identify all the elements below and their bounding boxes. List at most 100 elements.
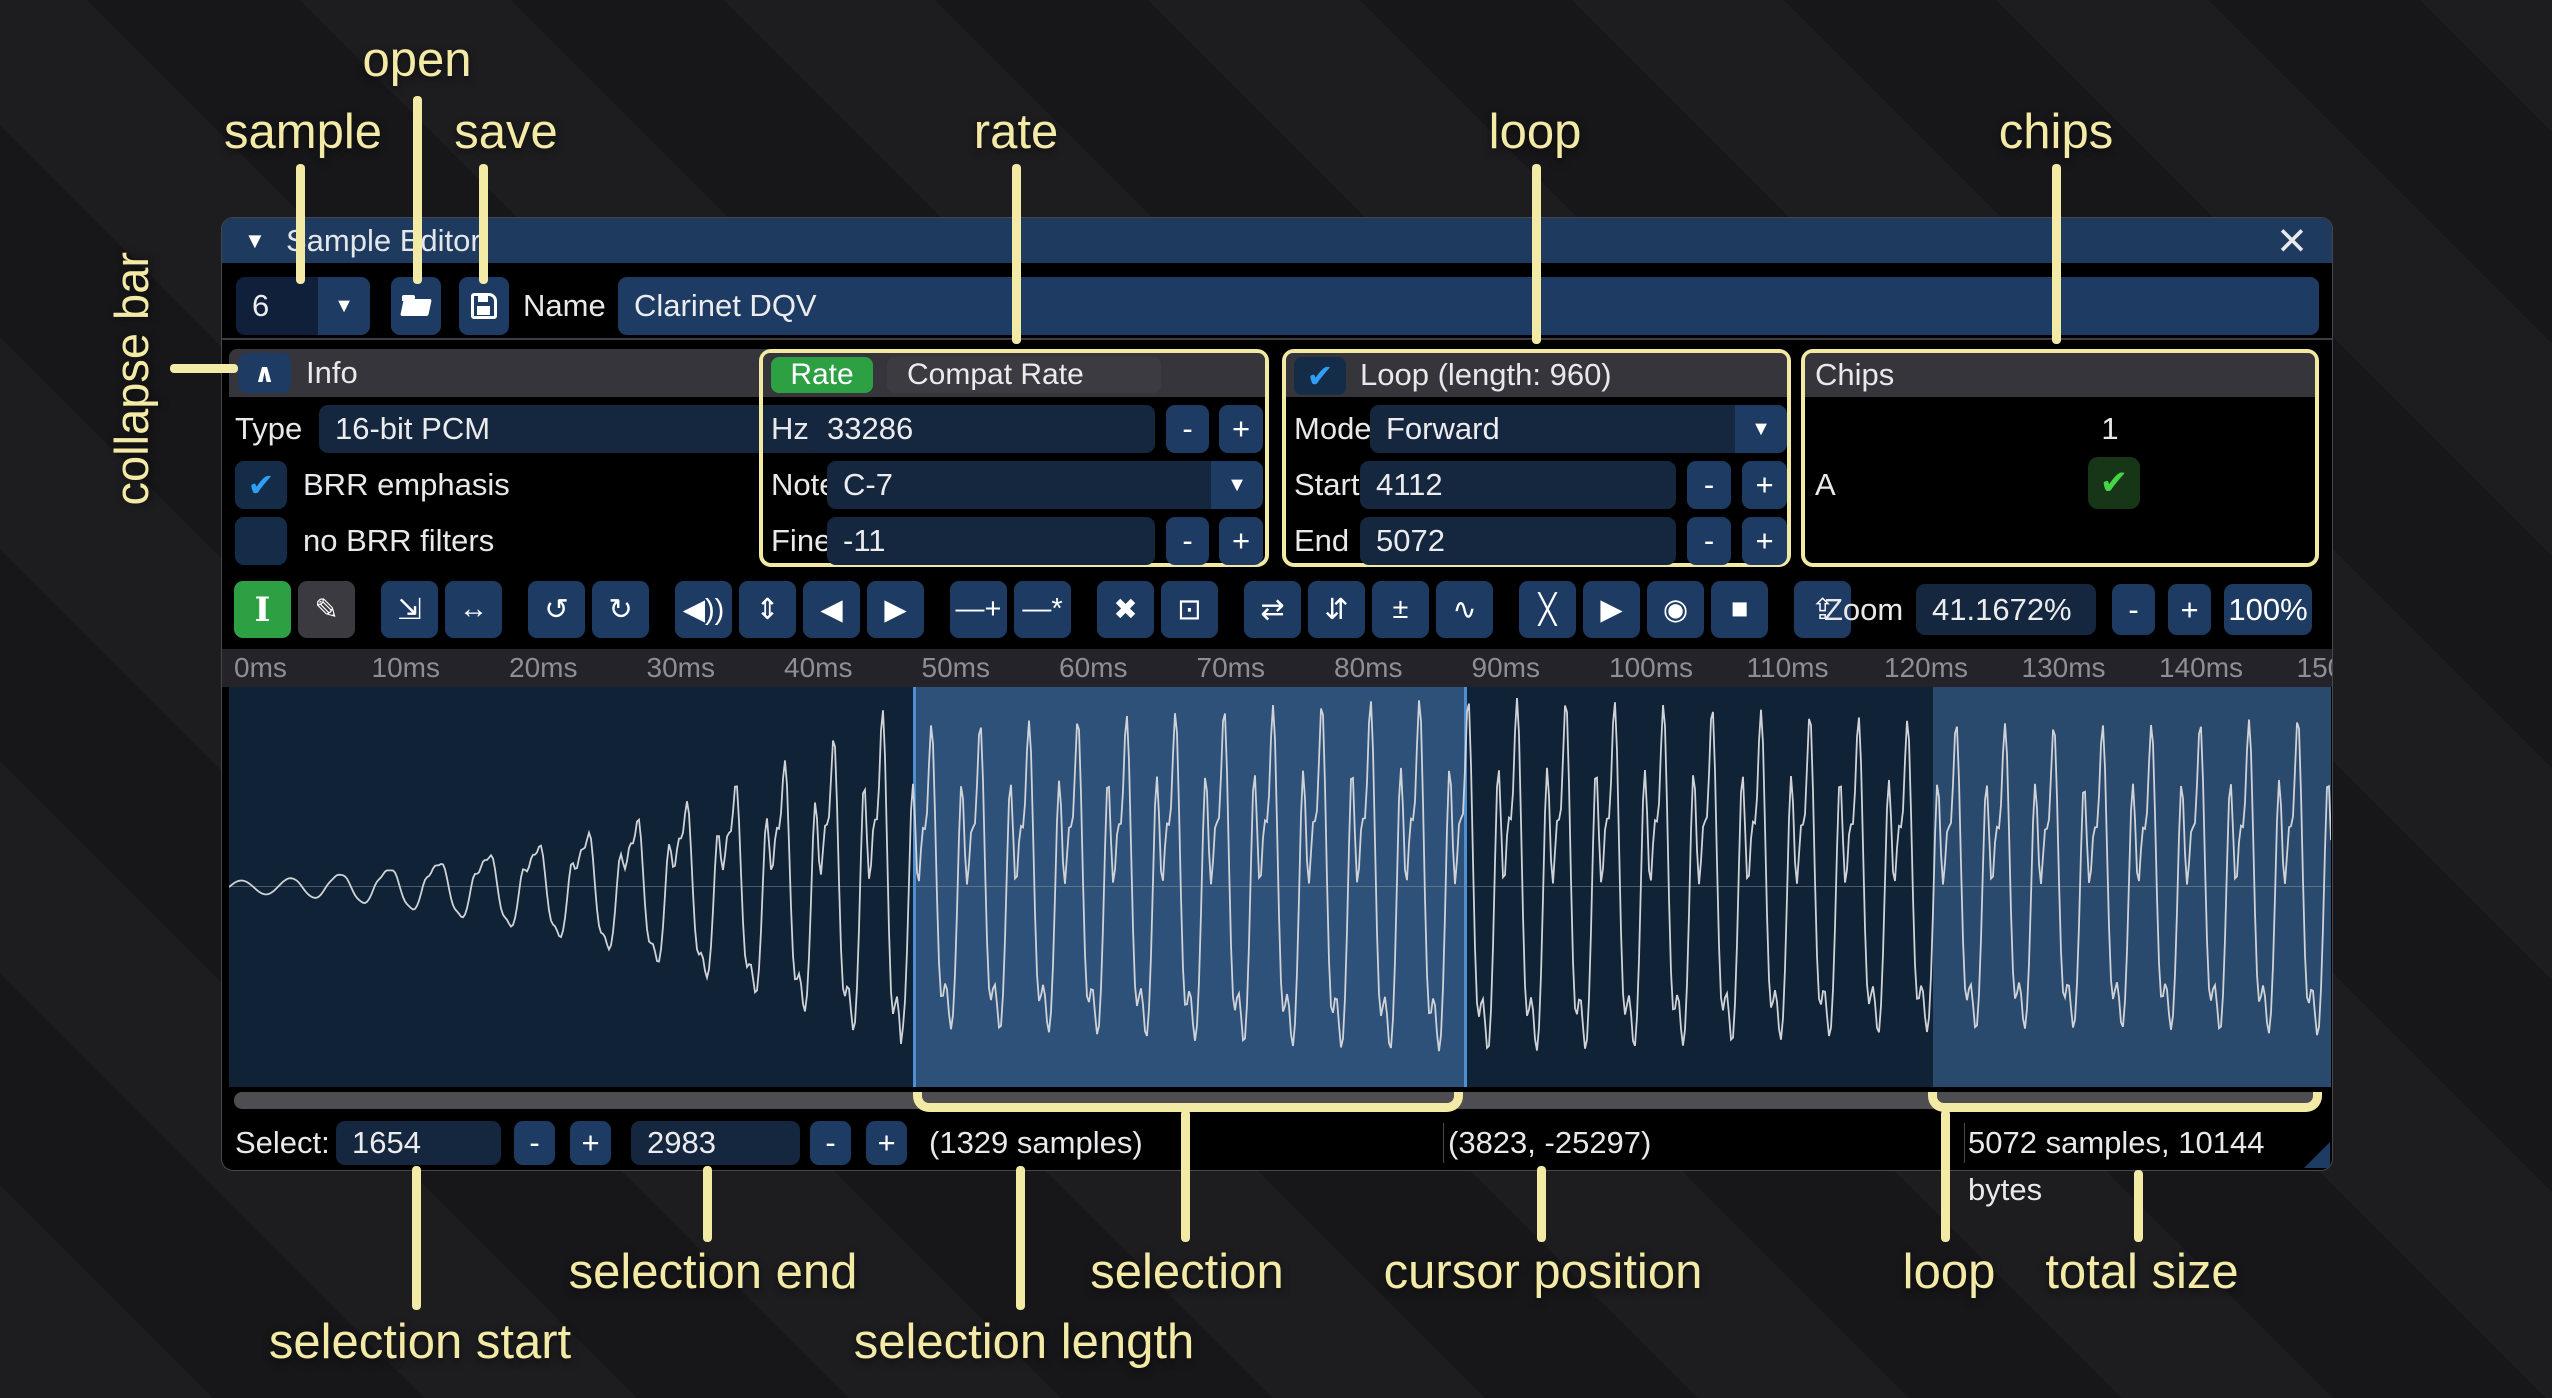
selection-end-plus-button[interactable]: +: [866, 1121, 907, 1165]
sample-select-combo[interactable]: 6 ▼: [236, 277, 370, 335]
annotation-collapse-bar: collapse bar: [104, 252, 159, 505]
undo-button[interactable]: ↺: [528, 581, 585, 638]
delete-button[interactable]: ✖: [1097, 581, 1154, 638]
chevron-down-icon[interactable]: ▼: [1735, 405, 1787, 453]
annotation-chips: chips: [1999, 104, 2113, 160]
sample-name-input[interactable]: Clarinet DQV: [618, 277, 2319, 335]
open-sample-button[interactable]: [391, 277, 441, 335]
zoom-reset-button[interactable]: 100%: [2224, 584, 2312, 635]
apply-filter-button[interactable]: ∿: [1436, 581, 1493, 638]
preview-button[interactable]: ▶: [1583, 581, 1640, 638]
close-icon[interactable]: ×: [2268, 216, 2316, 264]
normalize-button[interactable]: ⇕: [739, 581, 796, 638]
sample-name-value: Clarinet DQV: [618, 277, 2319, 335]
fine-input[interactable]: -11: [827, 517, 1155, 565]
status-separator: [1964, 1123, 1965, 1163]
annotation-line-selection: [1181, 1110, 1190, 1242]
compat-rate-tab[interactable]: Compat Rate: [887, 357, 1161, 393]
apply-silence-icon: —*: [1022, 593, 1062, 626]
loop-start-minus-button[interactable]: -: [1687, 461, 1731, 509]
brr-emphasis-checkbox[interactable]: ✔: [235, 461, 287, 509]
annotation-selection: selection: [1090, 1244, 1283, 1300]
chevron-down-icon[interactable]: ▼: [318, 277, 370, 335]
fade-in-button[interactable]: ◀: [803, 581, 860, 638]
chip-row-label: A: [1815, 461, 1836, 509]
annotation-loop: loop: [1489, 104, 1582, 160]
selection-start-input[interactable]: 1654: [336, 1121, 501, 1165]
selection-end-value: 2983: [631, 1121, 800, 1165]
loop-enable-checkbox[interactable]: ✔: [1294, 357, 1346, 395]
loop-end-plus-button[interactable]: +: [1742, 517, 1787, 565]
annotation-save: save: [454, 104, 558, 160]
note-value: C-7: [827, 461, 1211, 509]
hz-minus-button[interactable]: -: [1166, 405, 1209, 453]
waveform-view[interactable]: [229, 687, 2331, 1087]
brr-emphasis-label[interactable]: BRR emphasis: [303, 461, 510, 509]
resample-icon: ↔: [459, 593, 488, 626]
resize-grip[interactable]: [2304, 1142, 2330, 1168]
apply-silence-button[interactable]: —*: [1014, 581, 1071, 638]
annotation-line-chips: [2052, 164, 2061, 344]
reverse-icon: ⇄: [1260, 592, 1284, 627]
selection-end-input[interactable]: 2983: [631, 1121, 800, 1165]
hz-input[interactable]: 33286: [811, 405, 1155, 453]
preview-from-cursor-button[interactable]: ◉: [1647, 581, 1704, 638]
chevron-down-icon[interactable]: ▼: [1211, 461, 1263, 509]
loop-end-minus-button[interactable]: -: [1687, 517, 1731, 565]
insert-silence-button[interactable]: —+: [950, 581, 1007, 638]
fine-plus-button[interactable]: +: [1219, 517, 1263, 565]
rate-tab[interactable]: Rate: [771, 357, 873, 393]
no-brr-filters-label[interactable]: no BRR filters: [303, 517, 494, 565]
amplify-icon: ◀)): [683, 592, 725, 627]
zoom-in-button[interactable]: +: [2168, 584, 2211, 635]
signed-unsigned-button[interactable]: ±: [1372, 581, 1429, 638]
rate-panel-header: Rate Compat Rate: [763, 353, 1265, 397]
selection-start-plus-button[interactable]: +: [570, 1121, 611, 1165]
annotation-line-loop-bottom: [1941, 1110, 1950, 1242]
loop-end-input[interactable]: 5072: [1360, 517, 1676, 565]
save-sample-button[interactable]: [459, 277, 509, 335]
annotation-line-sample: [296, 164, 305, 284]
plus-icon: +: [1755, 467, 1773, 503]
collapse-bar-button[interactable]: ∧: [238, 353, 291, 393]
minus-icon: -: [1182, 411, 1192, 447]
stop-preview-button[interactable]: ■: [1711, 581, 1768, 638]
resample-button[interactable]: ↔: [445, 581, 502, 638]
annotation-open: open: [362, 32, 471, 88]
reverse-button[interactable]: ⇄: [1244, 581, 1301, 638]
ruler-tick-label: 90ms: [1472, 649, 1540, 687]
check-icon: ✔: [1307, 357, 1334, 395]
redo-button[interactable]: ↻: [592, 581, 649, 638]
selection-end-minus-button[interactable]: -: [810, 1121, 851, 1165]
ruler-tick-label: 70ms: [1197, 649, 1265, 687]
resize-button[interactable]: ⇲: [381, 581, 438, 638]
loop-start-plus-button[interactable]: +: [1742, 461, 1787, 509]
fine-minus-button[interactable]: -: [1166, 517, 1209, 565]
loop-mode-combo[interactable]: Forward ▼: [1370, 405, 1787, 453]
loop-start-input[interactable]: 4112: [1360, 461, 1676, 509]
floppy-save-icon: [471, 293, 497, 319]
titlebar[interactable]: ▼ Sample Editor ×: [222, 218, 2332, 263]
trim-button[interactable]: ⊡: [1161, 581, 1218, 638]
time-ruler[interactable]: 0ms10ms20ms30ms40ms50ms60ms70ms80ms90ms1…: [222, 649, 2332, 687]
annotation-line-cursor-position: [1537, 1166, 1546, 1242]
fade-out-button[interactable]: ▶: [867, 581, 924, 638]
separator: [222, 338, 2332, 340]
invert-button[interactable]: ⇵: [1308, 581, 1365, 638]
zoom-input[interactable]: 41.1672%: [1916, 584, 2096, 635]
hz-plus-button[interactable]: +: [1219, 405, 1263, 453]
minus-icon: -: [1182, 523, 1192, 559]
selection-start-minus-button[interactable]: -: [514, 1121, 555, 1165]
selection-start-value: 1654: [336, 1121, 501, 1165]
plus-icon: +: [2180, 592, 2198, 628]
edit-mode-draw-button[interactable]: ✎: [298, 581, 355, 638]
crossfade-loop-button[interactable]: ╳: [1519, 581, 1576, 638]
note-combo[interactable]: C-7 ▼: [827, 461, 1263, 509]
window-collapse-icon[interactable]: ▼: [244, 218, 266, 263]
zoom-out-button[interactable]: -: [2112, 584, 2155, 635]
chip-enable-checkbox[interactable]: ✔: [2088, 457, 2140, 509]
no-brr-filters-checkbox[interactable]: [235, 517, 287, 565]
amplify-button[interactable]: ◀)): [675, 581, 732, 638]
edit-mode-select-button[interactable]: I: [234, 581, 291, 638]
ruler-tick-label: 150ms: [2297, 649, 2333, 687]
